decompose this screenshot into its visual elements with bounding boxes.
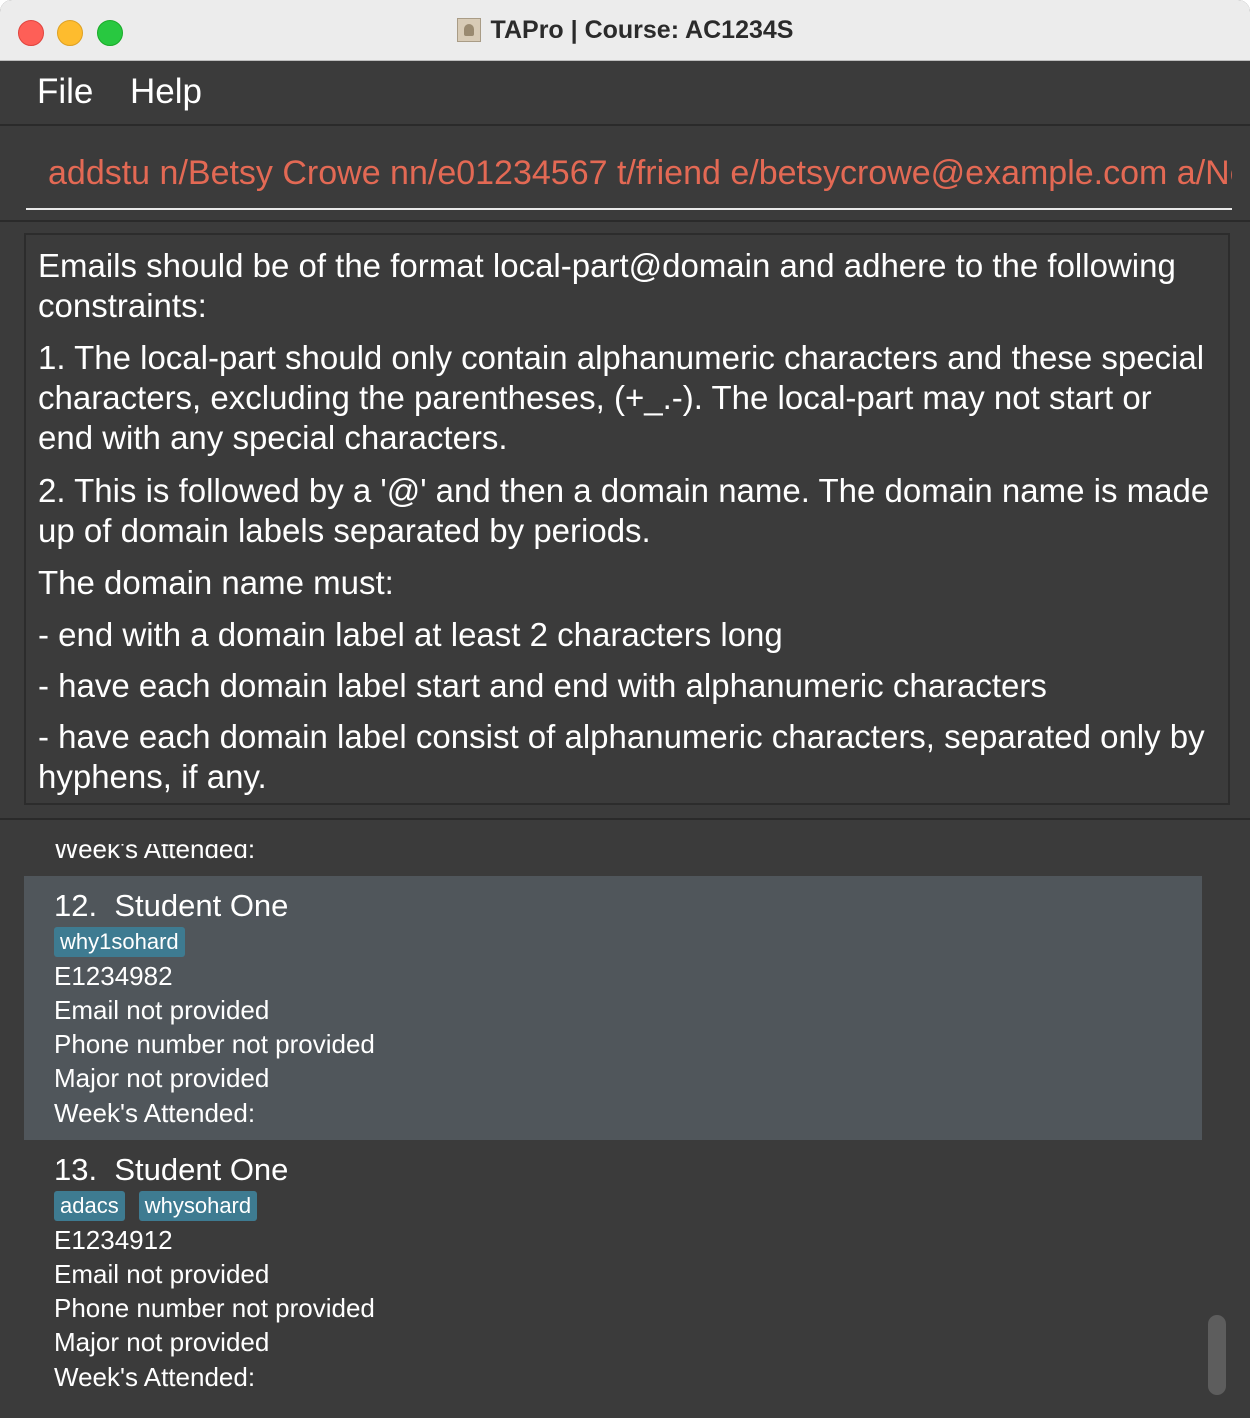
student-card[interactable]: Week's Attended: (24, 844, 1202, 876)
student-card-selected[interactable]: 12. Student One why1sohard E1234982 Emai… (24, 876, 1202, 1140)
student-list[interactable]: Week's Attended: 12. Student One why1soh… (24, 844, 1202, 1404)
result-line: - end with a domain label at least 2 cha… (38, 616, 783, 653)
student-major: Major not provided (54, 1063, 270, 1093)
student-weeks-attended: Week's Attended: (54, 1362, 256, 1392)
student-tags: why1sohard (54, 927, 185, 957)
list-scrollbar-thumb[interactable] (1208, 1315, 1226, 1395)
menu-help[interactable]: Help (130, 72, 202, 112)
student-name-line: 13. Student One (54, 1152, 288, 1188)
student-name-line: 12. Student One (54, 888, 288, 924)
result-line: The domain name must: (38, 564, 394, 601)
title-bar: TAPro | Course: AC1234S (0, 0, 1250, 61)
student-index: 13. (54, 1152, 98, 1187)
command-box: addstu n/Betsy Crowe nn/e01234567 t/frie… (0, 126, 1250, 222)
student-weeks-attended: Week's Attended: (54, 1098, 256, 1128)
window-title: TAPro | Course: AC1234S (490, 15, 794, 44)
student-major: Major not provided (54, 1327, 270, 1357)
student-phone: Phone number not provided (54, 1293, 375, 1323)
student-card[interactable]: 13. Student One adacs whysohard E1234912… (24, 1140, 1202, 1404)
result-line: Emails should be of the format local-par… (38, 247, 1176, 324)
result-line: - have each domain label start and end w… (38, 667, 1047, 704)
menu-bar: File Help (0, 61, 1250, 126)
student-tags: adacs whysohard (54, 1191, 258, 1221)
window-title-group: TAPro | Course: AC1234S (0, 14, 1250, 46)
menu-file[interactable]: File (37, 72, 93, 112)
result-line: - have each domain label consist of alph… (38, 718, 1205, 795)
result-line: 2. This is followed by a '@' and then a … (38, 472, 1210, 549)
student-name: Student One (114, 1152, 289, 1187)
app-document-icon (456, 18, 481, 42)
student-tag: adacs (54, 1191, 125, 1221)
student-name: Student One (114, 888, 289, 923)
command-input[interactable]: addstu n/Betsy Crowe nn/e01234567 t/frie… (26, 148, 1232, 210)
student-tag: whysohard (138, 1191, 258, 1221)
student-email: Email not provided (54, 1259, 270, 1289)
app-window: TAPro | Course: AC1234S File Help addstu… (0, 0, 1250, 1418)
student-weeks-attended: Week's Attended: (54, 844, 256, 864)
result-line: 1. The local-part should only contain al… (38, 339, 1205, 456)
command-input-text: addstu n/Betsy Crowe nn/e01234567 t/frie… (48, 154, 1232, 192)
student-email: Email not provided (54, 995, 270, 1025)
student-tag: why1sohard (54, 927, 185, 957)
student-id: E1234982 (54, 961, 173, 991)
student-id: E1234912 (54, 1225, 173, 1255)
student-phone: Phone number not provided (54, 1029, 375, 1059)
student-index: 12. (54, 888, 98, 923)
result-display: Emails should be of the format local-par… (24, 233, 1230, 805)
student-list-panel: Week's Attended: 12. Student One why1soh… (0, 818, 1250, 1418)
